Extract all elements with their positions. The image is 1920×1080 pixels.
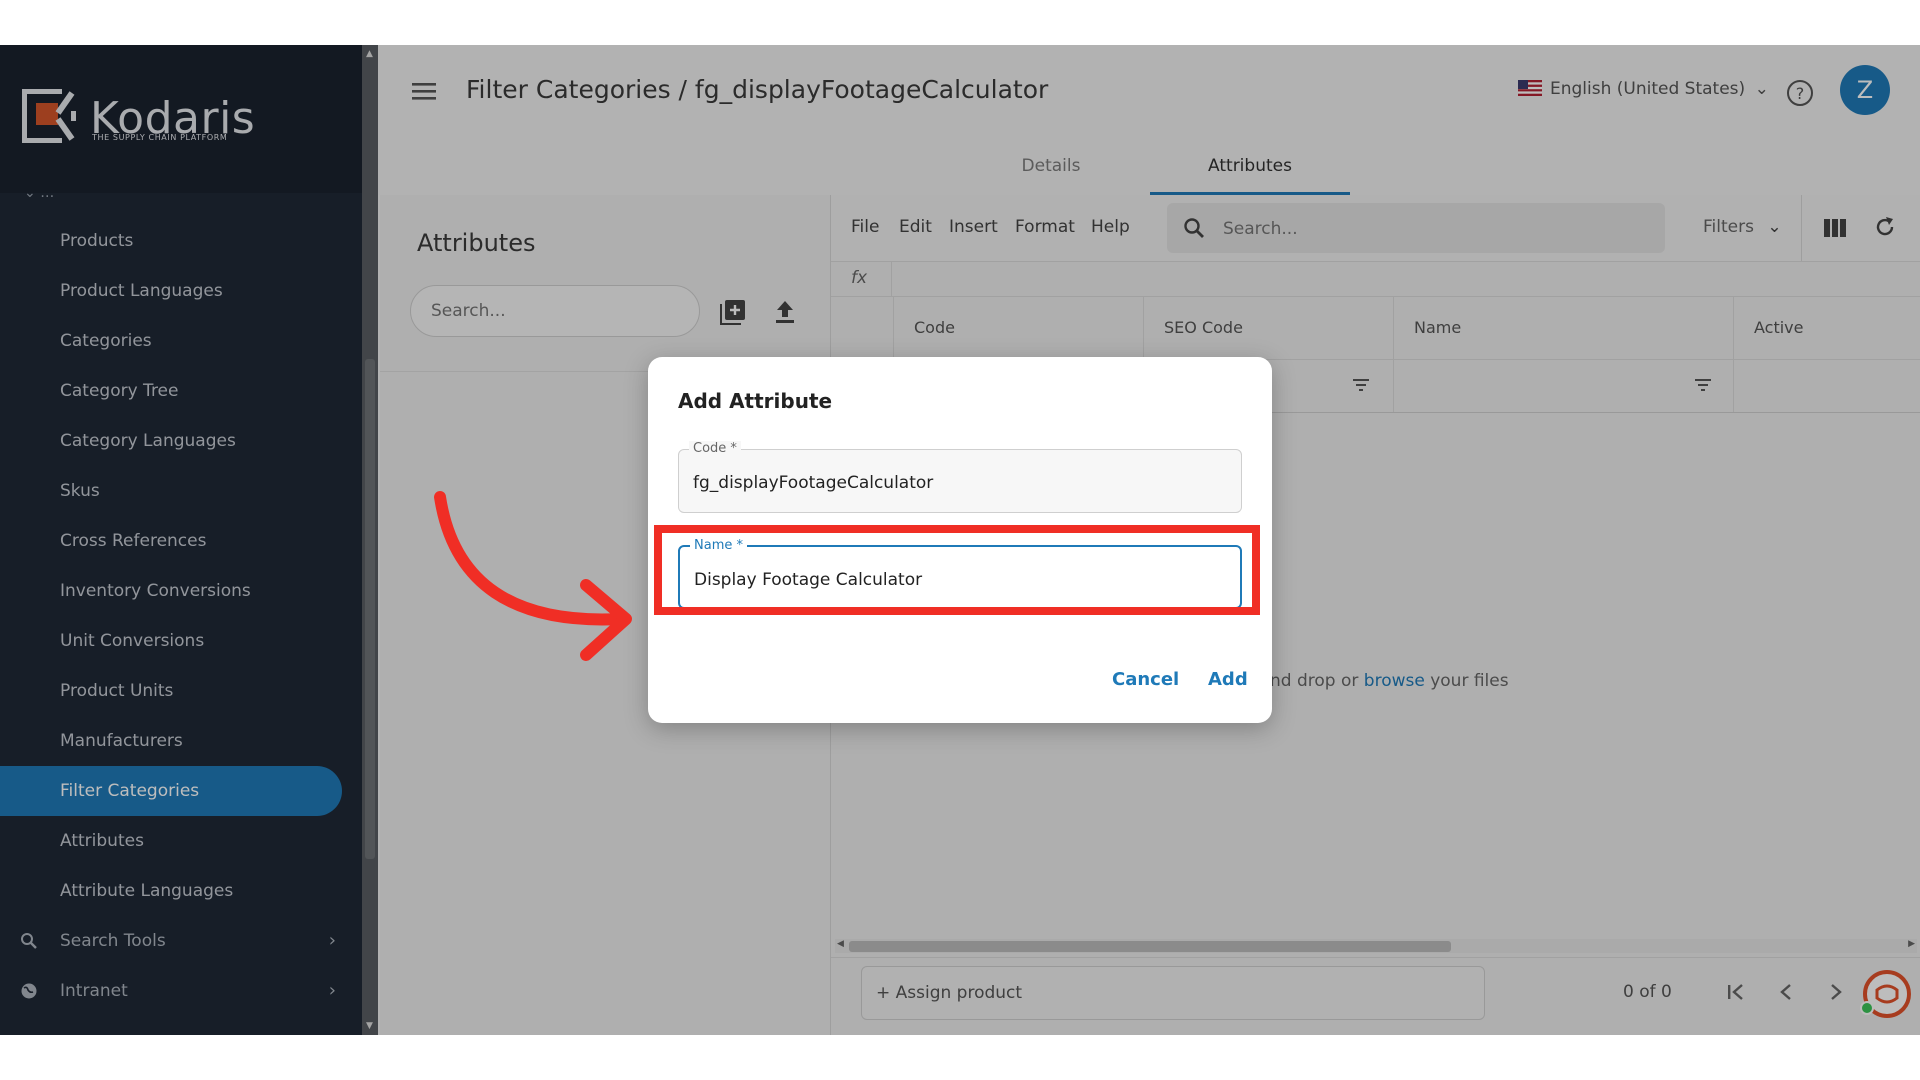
annotation-arrow-icon (434, 491, 632, 661)
app-window: Kodaris THE SUPPLY CHAIN PLATFORM ⌄ … Pr… (0, 45, 1920, 1035)
code-field[interactable]: Code * (678, 441, 1242, 513)
cancel-button[interactable]: Cancel (1112, 669, 1179, 690)
dialog-title: Add Attribute (678, 389, 833, 413)
code-input[interactable] (691, 468, 1225, 498)
code-field-label: Code * (689, 441, 741, 456)
add-button[interactable]: Add (1208, 669, 1248, 690)
highlight-box (654, 525, 1260, 615)
